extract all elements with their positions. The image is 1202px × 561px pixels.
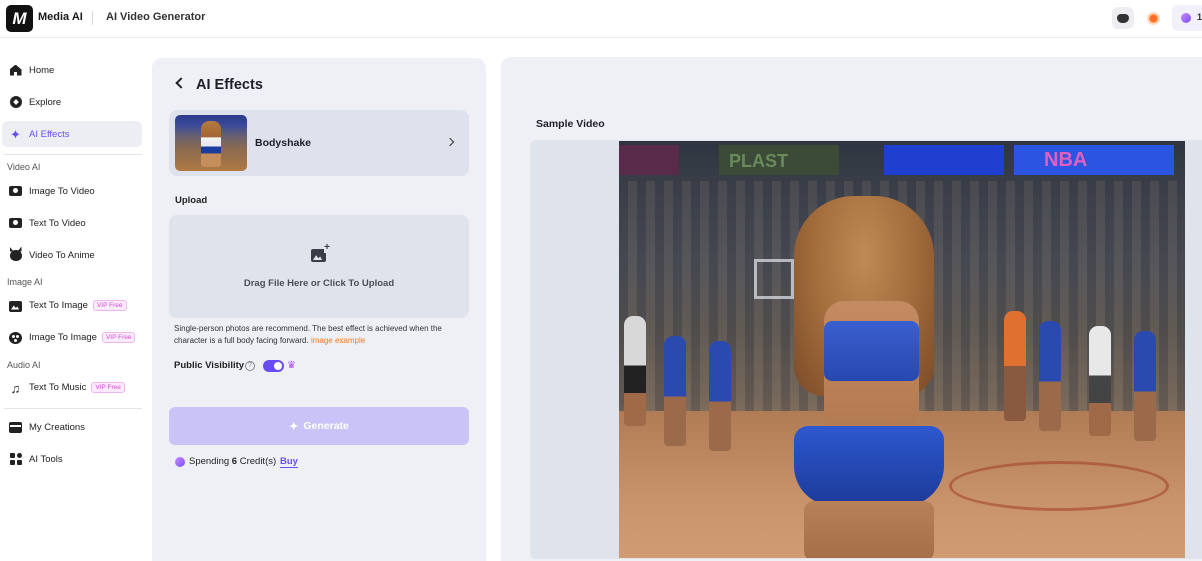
sidebar-item-label: Home bbox=[29, 64, 55, 76]
sidebar-item-label: Explore bbox=[29, 96, 62, 108]
sparkle-icon: ✦ bbox=[10, 126, 21, 142]
sidebar-item-label: AI Effects bbox=[29, 128, 70, 140]
image-example-link[interactable]: image example bbox=[311, 336, 365, 345]
upload-instruction: Drag File Here or Click To Upload bbox=[243, 278, 395, 289]
add-image-icon bbox=[311, 243, 330, 262]
section-title-audio-ai: Audio AI bbox=[7, 360, 41, 370]
vip-free-badge: VIP Free bbox=[91, 382, 125, 394]
sidebar-item-ai-effects[interactable]: ✦ AI Effects bbox=[2, 121, 142, 147]
spending-text: Spending 6 Credit(s) bbox=[189, 456, 277, 467]
coin-icon bbox=[175, 457, 185, 467]
header-divider bbox=[92, 11, 93, 25]
home-icon bbox=[9, 64, 22, 77]
sidebar-item-label: Text To Music VIP Free bbox=[29, 382, 125, 394]
sidebar-divider bbox=[4, 408, 142, 409]
vip-free-badge: VIP Free bbox=[92, 300, 127, 312]
sidebar-item-label: Text To Video bbox=[29, 217, 86, 229]
sun-icon[interactable] bbox=[1142, 7, 1164, 29]
sparkle-icon: ✦ bbox=[289, 420, 299, 433]
sidebar-item-label: Image To Video bbox=[29, 185, 95, 197]
vip-free-badge: VIP Free bbox=[101, 332, 136, 344]
public-visibility-label: Public Visibility bbox=[174, 360, 245, 371]
anime-icon bbox=[9, 249, 22, 262]
sample-video[interactable]: PLAST NBA bbox=[619, 141, 1185, 558]
help-icon[interactable]: ? bbox=[245, 361, 255, 371]
sidebar-item-home[interactable]: Home bbox=[2, 57, 142, 83]
sidebar-item-explore[interactable]: Explore bbox=[2, 89, 142, 115]
credits-count: 1 bbox=[1197, 12, 1202, 22]
generate-button[interactable]: ✦ Generate bbox=[169, 407, 469, 445]
discord-icon[interactable] bbox=[1112, 7, 1134, 29]
sidebar-item-ai-tools[interactable]: AI Tools bbox=[2, 446, 142, 472]
sidebar-item-label: Image To Image VIP Free bbox=[29, 332, 136, 344]
music-icon: ♫ bbox=[10, 380, 21, 396]
sidebar-item-text-to-music[interactable]: ♫ Text To Music VIP Free bbox=[2, 375, 142, 401]
crown-icon: ♛ bbox=[287, 360, 296, 371]
coin-icon bbox=[1181, 13, 1191, 23]
effect-name: Bodyshake bbox=[255, 137, 312, 149]
top-bar: M Media AI AI Video Generator 1 bbox=[0, 0, 1202, 38]
grid-icon bbox=[9, 453, 22, 466]
sidebar-item-video-to-anime[interactable]: Video To Anime bbox=[2, 242, 142, 268]
camera-icon bbox=[9, 185, 22, 198]
sidebar-item-label: AI Tools bbox=[29, 453, 63, 465]
palette-icon bbox=[9, 332, 22, 345]
compass-icon bbox=[9, 96, 22, 109]
public-visibility-toggle[interactable] bbox=[263, 360, 284, 372]
effect-thumbnail bbox=[175, 115, 247, 171]
section-title-video-ai: Video AI bbox=[7, 162, 41, 172]
credits-button[interactable]: 1 bbox=[1172, 5, 1202, 31]
section-title-image-ai: Image AI bbox=[7, 277, 43, 287]
sidebar-item-label: My Creations bbox=[29, 421, 85, 433]
sample-video-label: Sample Video bbox=[536, 118, 605, 130]
sidebar-item-label: Video To Anime bbox=[29, 249, 95, 261]
sidebar-item-text-to-video[interactable]: Text To Video bbox=[2, 210, 142, 236]
camera-text-icon bbox=[9, 217, 22, 230]
sidebar-item-text-to-image[interactable]: Text To Image VIP Free bbox=[2, 293, 142, 319]
logo-icon[interactable]: M bbox=[6, 5, 33, 32]
sidebar-divider bbox=[4, 154, 142, 155]
upload-hint: Single-person photos are recommend. The … bbox=[174, 324, 442, 345]
panel-title: AI Effects bbox=[196, 77, 263, 93]
upload-dropzone[interactable] bbox=[169, 215, 469, 318]
generate-label: Generate bbox=[303, 420, 349, 432]
upload-label: Upload bbox=[175, 195, 208, 206]
sidebar-item-label: Text To Image VIP Free bbox=[29, 300, 127, 312]
brand-name[interactable]: Media AI bbox=[38, 11, 83, 23]
sidebar-item-my-creations[interactable]: My Creations bbox=[2, 414, 142, 440]
image-icon bbox=[9, 300, 22, 313]
buy-link[interactable]: Buy bbox=[280, 456, 298, 468]
folder-icon bbox=[9, 421, 22, 434]
sidebar-item-image-to-image[interactable]: Image To Image VIP Free bbox=[2, 325, 142, 351]
sidebar-item-image-to-video[interactable]: Image To Video bbox=[2, 178, 142, 204]
page-title: AI Video Generator bbox=[106, 11, 206, 23]
